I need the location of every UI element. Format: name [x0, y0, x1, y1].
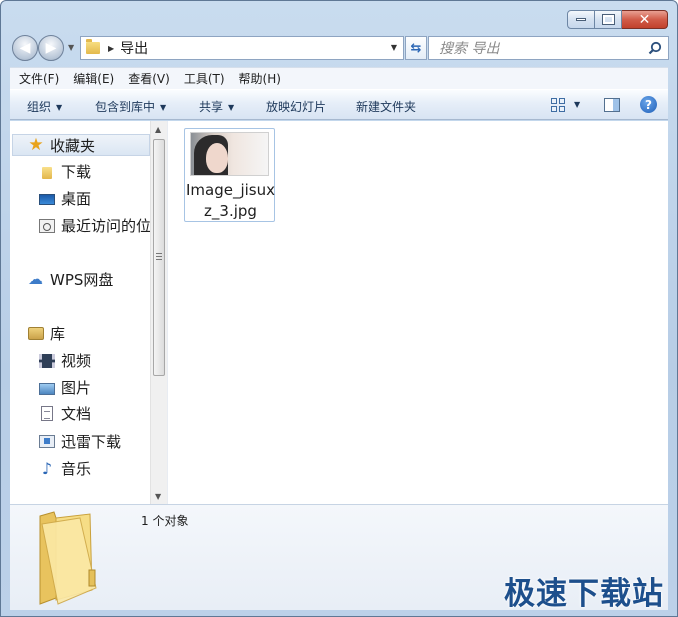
- chevron-down-icon: ▼: [160, 103, 167, 112]
- desktop-icon: [39, 194, 55, 205]
- address-bar[interactable]: ▶ 导出 ▼: [80, 36, 404, 60]
- menu-bar: 文件(F) 编辑(E) 查看(V) 工具(T) 帮助(H): [10, 67, 668, 89]
- search-icon[interactable]: [648, 41, 662, 55]
- search-placeholder: 搜索 导出: [439, 41, 500, 57]
- grip-icon: [156, 253, 162, 260]
- sidebar-item-label: 下载: [61, 163, 92, 181]
- search-input[interactable]: 搜索 导出: [428, 36, 669, 60]
- image-thumbnail: [190, 132, 269, 176]
- sidebar-libraries[interactable]: 库: [28, 321, 65, 345]
- recent-places-icon: [39, 218, 55, 233]
- file-name: Image_jisuxz_3.jpg: [185, 181, 275, 220]
- new-folder-button[interactable]: 新建文件夹: [356, 98, 416, 115]
- navigation-bar: ◀ ▶ ▼ ▶ 导出 ▼ ⇆ 搜索 导出: [10, 34, 669, 62]
- forward-button[interactable]: ▶: [38, 35, 64, 61]
- sidebar-item-desktop[interactable]: 桌面: [39, 188, 91, 209]
- sidebar-item-downloads[interactable]: 下载: [39, 161, 91, 182]
- slideshow-button[interactable]: 放映幻灯片: [266, 98, 326, 115]
- menu-help[interactable]: 帮助(H): [232, 70, 288, 87]
- sidebar-item-label: 文档: [61, 405, 92, 423]
- command-bar: 组织 ▼ 包含到库中 ▼ 共享 ▼ 放映幻灯片 新建文件夹 ▼ ?: [10, 89, 668, 120]
- slideshow-label: 放映幻灯片: [266, 100, 327, 114]
- organize-label: 组织: [27, 100, 52, 114]
- sidebar-item-label: 迅雷下载: [61, 433, 122, 451]
- refresh-icon: ⇆: [410, 40, 422, 56]
- view-options-dropdown-icon[interactable]: ▼: [574, 100, 580, 109]
- organize-button[interactable]: 组织 ▼: [27, 98, 62, 115]
- sidebar-item-label: 视频: [61, 352, 92, 370]
- sidebar-libraries-label: 库: [50, 324, 66, 343]
- maximize-icon: [601, 14, 615, 25]
- scroll-down-icon[interactable]: ▼: [155, 492, 161, 501]
- new-folder-label: 新建文件夹: [356, 100, 417, 114]
- include-in-library-label: 包含到库中: [95, 100, 156, 114]
- details-pane: 1 个对象 极速下载站: [10, 504, 668, 612]
- thumbnail-face-shape: [206, 143, 228, 173]
- sidebar-item-label: 图片: [61, 379, 92, 397]
- folder-icon: [42, 166, 52, 179]
- explorer-window: ✕ ◀ ▶ ▼ ▶ 导出 ▼ ⇆ 搜索 导出 文件(F) 编辑(E) 查看(V)…: [0, 0, 678, 617]
- sidebar-favorites-label: 收藏夹: [50, 136, 96, 155]
- share-button[interactable]: 共享 ▼: [199, 98, 234, 115]
- library-icon: [28, 326, 44, 340]
- document-icon: [41, 406, 53, 421]
- sidebar-wps-drive[interactable]: ☁ WPS网盘: [28, 267, 113, 291]
- star-icon: ★: [28, 135, 44, 155]
- sidebar-item-recent-places[interactable]: 最近访问的位: [39, 215, 150, 236]
- breadcrumb-current[interactable]: 导出: [120, 38, 148, 58]
- sidebar-item-label: 桌面: [61, 190, 92, 208]
- menu-file[interactable]: 文件(F): [12, 70, 66, 87]
- menu-view[interactable]: 查看(V): [121, 70, 177, 87]
- pane-divider[interactable]: [167, 121, 168, 504]
- arrow-left-icon: ◀: [19, 40, 31, 56]
- address-dropdown-icon[interactable]: ▼: [391, 43, 397, 52]
- folder-large-icon: [39, 511, 97, 605]
- content-area: ★ 收藏夹 下载 桌面 最近访问的位 ☁ WPS网盘 库 视频 图片 文档 迅雷…: [10, 121, 668, 504]
- scrollbar-thumb[interactable]: [153, 139, 165, 376]
- arrow-right-icon: ▶: [45, 40, 57, 56]
- music-note-icon: ♪: [41, 458, 53, 478]
- cloud-icon: ☁: [28, 270, 43, 288]
- file-item[interactable]: Image_jisuxz_3.jpg: [184, 128, 275, 222]
- video-icon: [39, 353, 55, 368]
- breadcrumb-arrow-icon[interactable]: ▶: [108, 44, 114, 53]
- watermark-text: 极速下载站: [504, 576, 664, 612]
- picture-icon: [39, 382, 55, 395]
- folder-icon: [86, 39, 100, 54]
- sidebar-item-pictures[interactable]: 图片: [39, 377, 91, 398]
- item-count: 1 个对象: [141, 514, 189, 528]
- minimize-button[interactable]: [567, 10, 595, 29]
- navigation-pane: ★ 收藏夹 下载 桌面 最近访问的位 ☁ WPS网盘 库 视频 图片 文档 迅雷…: [10, 121, 150, 504]
- close-button[interactable]: ✕: [622, 10, 668, 29]
- recent-pages-dropdown[interactable]: ▼: [68, 43, 74, 52]
- sidebar-item-music[interactable]: ♪ 音乐: [39, 458, 91, 479]
- scroll-up-icon[interactable]: ▲: [155, 125, 161, 134]
- sidebar-item-documents[interactable]: 文档: [39, 403, 91, 424]
- sidebar-item-xunlei-downloads[interactable]: 迅雷下载: [39, 431, 121, 452]
- sidebar-item-videos[interactable]: 视频: [39, 350, 91, 371]
- sidebar-favorites[interactable]: ★ 收藏夹: [28, 133, 95, 157]
- caption-buttons: ✕: [567, 10, 668, 29]
- minimize-icon: [576, 18, 586, 21]
- sidebar-item-label: 音乐: [61, 460, 92, 478]
- download-folder-icon: [39, 435, 55, 448]
- menu-edit[interactable]: 编辑(E): [66, 70, 121, 87]
- chevron-down-icon: ▼: [228, 103, 235, 112]
- menu-tools[interactable]: 工具(T): [177, 70, 232, 87]
- chevron-down-icon: ▼: [56, 103, 63, 112]
- include-in-library-button[interactable]: 包含到库中 ▼: [95, 98, 166, 115]
- change-view-icon[interactable]: [551, 98, 565, 112]
- back-button[interactable]: ◀: [12, 35, 38, 61]
- navigation-scrollbar[interactable]: ▲ ▼: [150, 121, 167, 504]
- refresh-button[interactable]: ⇆: [405, 36, 427, 60]
- sidebar-wps-drive-label: WPS网盘: [50, 270, 114, 289]
- help-icon[interactable]: ?: [640, 96, 657, 113]
- close-icon: ✕: [638, 11, 651, 28]
- preview-pane-icon[interactable]: [604, 98, 620, 112]
- share-label: 共享: [199, 100, 224, 114]
- sidebar-item-label: 最近访问的位: [61, 217, 150, 235]
- maximize-button[interactable]: [595, 10, 622, 29]
